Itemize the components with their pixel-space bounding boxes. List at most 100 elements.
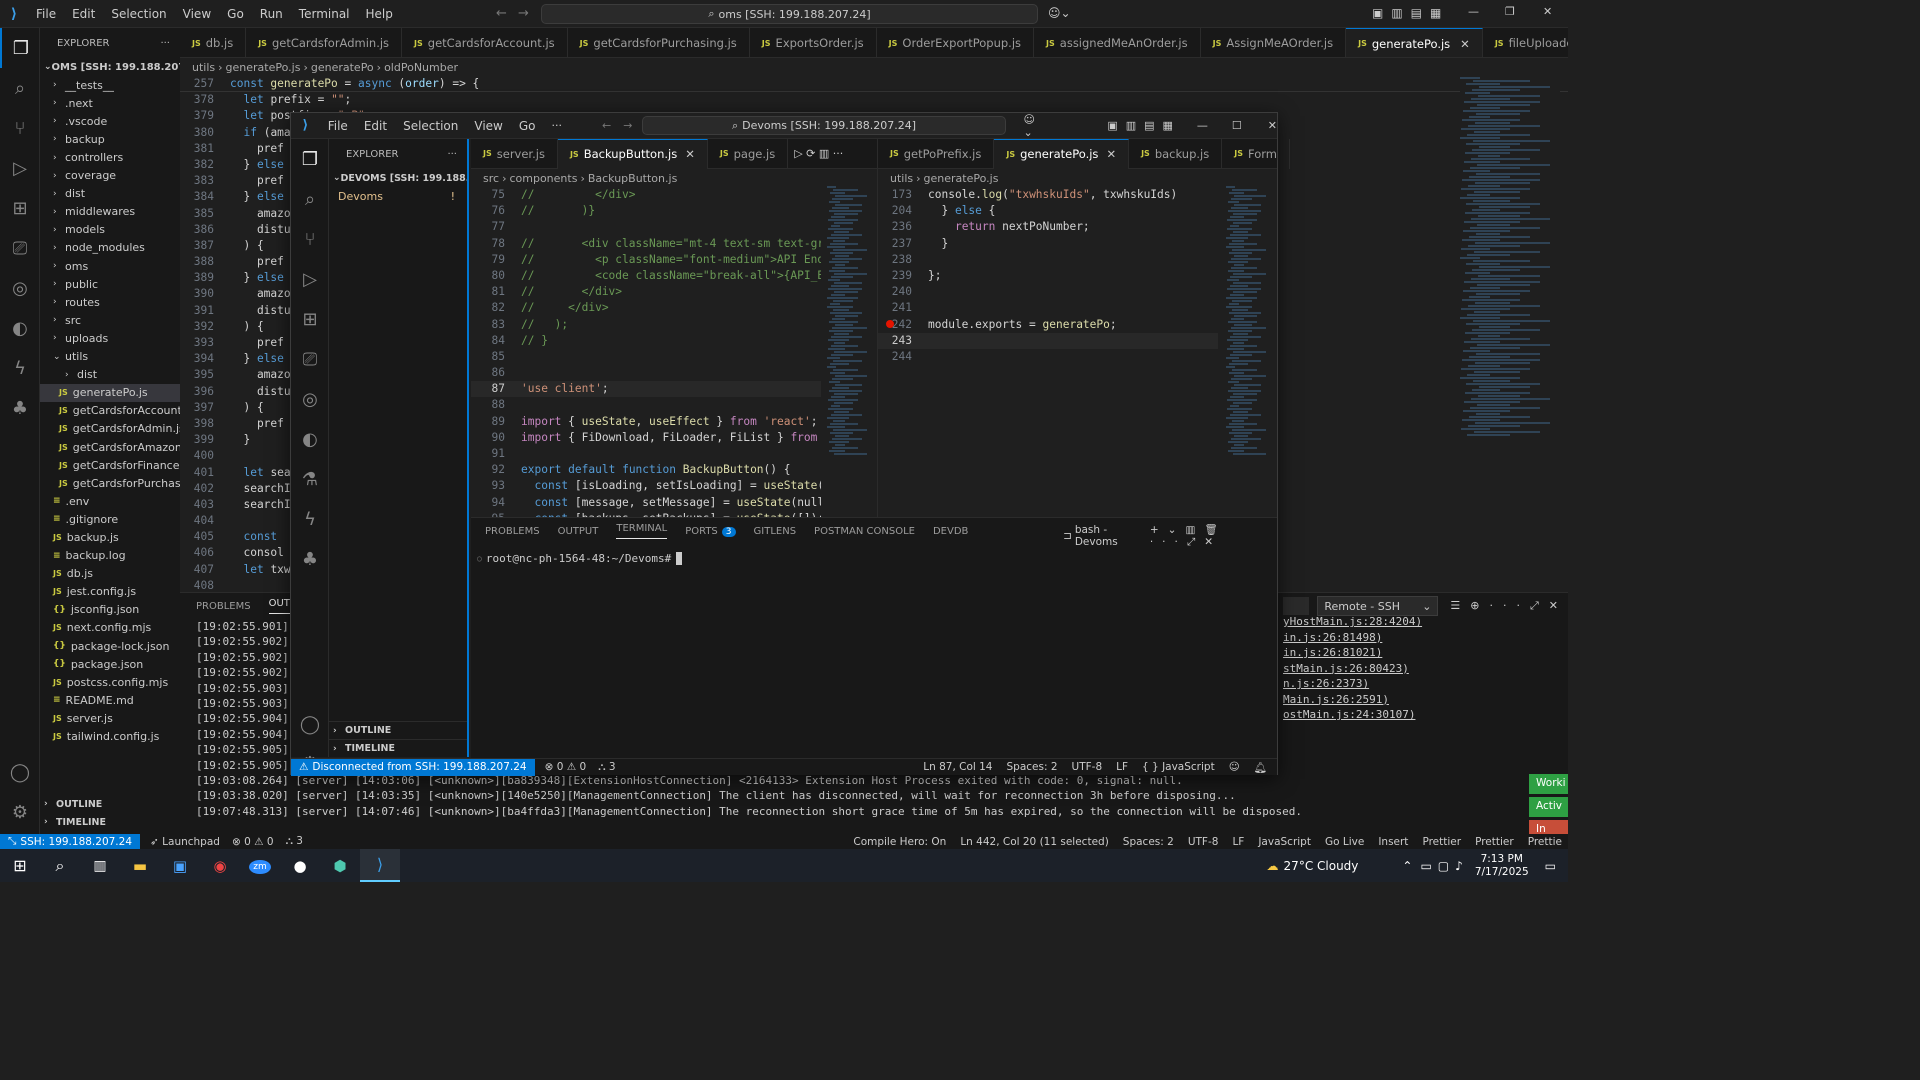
breadcrumb-item[interactable]: generatePo xyxy=(311,61,374,74)
minimize-button[interactable]: — xyxy=(1197,119,1208,132)
front-outline-section[interactable]: › OUTLINE xyxy=(329,721,467,739)
remote-explorer-icon[interactable]: ⎚ xyxy=(291,339,329,379)
tree-item[interactable]: › uploads xyxy=(40,329,180,347)
menu-item-help[interactable]: Help xyxy=(358,7,401,21)
tree-item[interactable]: › node_modules xyxy=(40,239,180,257)
explorer-icon[interactable]: ❐ xyxy=(291,139,329,179)
search-icon[interactable]: ⌕ xyxy=(40,856,80,876)
maximize-button[interactable]: ☐ xyxy=(1232,119,1242,132)
terminal-prompt-line[interactable]: ○ root@nc-ph-1564-48:~/Devoms# xyxy=(471,552,1277,565)
remote-indicator[interactable]: ⤡ SSH: 199.188.207.24 xyxy=(0,834,141,849)
front-root-folder[interactable]: ⌄DEVOMS [SSH: 199.188.20... xyxy=(329,169,467,187)
tab-page-js[interactable]: JS page.js xyxy=(708,138,789,169)
tree-item[interactable]: JS getCardsforAccount.js xyxy=(40,402,180,420)
front-command-center[interactable]: ⌕ Devoms [SSH: 199.188.207.24] xyxy=(642,116,1006,135)
front-cursor-position[interactable]: Ln 87, Col 14 xyxy=(923,761,992,773)
close-tab-icon[interactable]: ✕ xyxy=(685,147,695,161)
menu-item-go[interactable]: Go xyxy=(219,7,252,21)
display-icon[interactable]: ▢ xyxy=(1438,859,1449,873)
tree-item[interactable]: › controllers xyxy=(40,148,180,166)
front-code-right[interactable]: 173 console.log("txwhskuIds", txwhskuIds)… xyxy=(878,187,1218,365)
more-actions-icon[interactable]: ··· xyxy=(447,149,457,160)
output-link[interactable]: ostMain.js:24:30107) xyxy=(1283,707,1422,723)
tab-backup-js[interactable]: JS backup.js xyxy=(1129,138,1223,169)
menu-item-terminal[interactable]: Terminal xyxy=(291,7,358,21)
panel-tab-problems[interactable]: PROBLEMS xyxy=(196,601,251,612)
gitlens-icon[interactable]: ◎ xyxy=(291,379,329,419)
tree-item[interactable]: {} package-lock.json xyxy=(40,637,180,655)
output-link[interactable]: Main.js:26:2591) xyxy=(1283,692,1422,708)
tree-item[interactable]: ≡ .gitignore xyxy=(40,510,180,528)
panel-action-icons[interactable]: ☰⊕···⤢✕ xyxy=(1450,599,1568,613)
front-eol-item[interactable]: LF xyxy=(1116,761,1128,773)
menu-item-file[interactable]: File xyxy=(320,119,356,133)
menu-item-file[interactable]: File xyxy=(28,7,64,21)
remote-explorer-icon[interactable]: ⎚ xyxy=(0,228,40,268)
launchpad-item[interactable]: ➶ Launchpad xyxy=(150,836,220,848)
tab-assignmeaorder-js[interactable]: JS AssignMeAOrder.js xyxy=(1201,28,1347,57)
menu-item-view[interactable]: View xyxy=(466,119,510,133)
gitlens-icon[interactable]: ◎ xyxy=(0,268,40,308)
prettier-item-1[interactable]: Prettier xyxy=(1422,836,1461,848)
tab-fileuploader-[interactable]: JS fileUploader. xyxy=(1483,28,1568,57)
settings-gear-icon[interactable]: ⚙ xyxy=(0,792,40,832)
tree-item[interactable]: › .vscode xyxy=(40,112,180,130)
app-circle-icon[interactable]: ● xyxy=(280,857,320,875)
front-minimap-left[interactable] xyxy=(827,185,871,515)
terminal-selector[interactable]: ⊐ bash - Devoms +⌄▥🗑···⤢✕ xyxy=(1063,523,1277,549)
tab-generatepo-js[interactable]: JS generatePo.js ✕ xyxy=(1346,28,1483,57)
menu-item-view[interactable]: View xyxy=(175,7,219,21)
account-icon[interactable]: ◯ xyxy=(0,752,40,792)
tree-item[interactable]: › routes xyxy=(40,293,180,311)
tree-item[interactable]: JS tailwind.config.js xyxy=(40,727,180,745)
breadcrumb-item[interactable]: BackupButton.js xyxy=(588,172,677,185)
tree-item[interactable]: › coverage xyxy=(40,167,180,185)
output-link[interactable]: in.js:26:81498) xyxy=(1283,630,1422,646)
badge-working[interactable]: Worki xyxy=(1529,774,1568,794)
explorer-icon[interactable]: ❐ xyxy=(0,28,40,68)
tab-exportsorder-js[interactable]: JS ExportsOrder.js xyxy=(750,28,877,57)
breadcrumb-item[interactable]: utils xyxy=(192,61,215,74)
tray-chevron-icon[interactable]: ⌃ xyxy=(1402,859,1412,873)
tree-item[interactable]: JS getCardsforAmazon.js xyxy=(40,438,180,456)
root-folder[interactable]: ⌄OMS [SSH: 199.188.207.24] xyxy=(40,58,180,76)
tab-db-js[interactable]: JS db.js xyxy=(180,28,247,57)
python-icon[interactable]: ♣ xyxy=(0,388,40,428)
more-menu-icon[interactable]: ··· xyxy=(552,119,563,132)
copilot-status-icon[interactable]: ☺ xyxy=(1229,761,1240,773)
language-item[interactable]: JavaScript xyxy=(1258,836,1311,848)
tab-server-js[interactable]: JS server.js xyxy=(471,138,558,169)
search-icon[interactable]: ⌕ xyxy=(0,68,40,108)
output-link[interactable]: stMain.js:26:80423) xyxy=(1283,661,1422,677)
tree-item[interactable]: JS getCardsforAdmin.js xyxy=(40,420,180,438)
tree-item[interactable]: JS getCardsforFinance.js xyxy=(40,456,180,474)
prettier-item-3[interactable]: Prettie xyxy=(1528,836,1562,848)
tree-item[interactable]: › models xyxy=(40,221,180,239)
right-output-links[interactable]: yHostMain.js:28:4204) in.js:26:81498) in.j… xyxy=(1283,614,1422,723)
insert-mode-item[interactable]: Insert xyxy=(1378,836,1408,848)
tree-item[interactable]: JS postcss.config.mjs xyxy=(40,673,180,691)
tab-generatepo-js[interactable]: JS generatePo.js ✕ xyxy=(994,138,1130,169)
encoding-item[interactable]: UTF-8 xyxy=(1188,836,1219,848)
devoms-folder-item[interactable]: Devoms! xyxy=(329,187,467,205)
panel-actions-icons[interactable]: +⌄▥🗑···⤢✕ xyxy=(1150,523,1277,549)
tab-getpoprefix-js[interactable]: JS getPoPrefix.js xyxy=(878,138,995,169)
tab-getcardsforpurchasing-js[interactable]: JS getCardsforPurchasing.js xyxy=(568,28,750,57)
tab-getcardsforaccount-js[interactable]: JS getCardsforAccount.js xyxy=(402,28,568,57)
store-icon[interactable]: ▣ xyxy=(160,857,200,875)
tree-item[interactable]: › public xyxy=(40,275,180,293)
front-indent-item[interactable]: Spaces: 2 xyxy=(1006,761,1057,773)
back-timeline-section[interactable]: › TIMELINE xyxy=(40,813,180,831)
tree-item[interactable]: › dist xyxy=(40,366,180,384)
postman-icon[interactable]: ◐ xyxy=(0,308,40,348)
tree-item[interactable]: {} package.json xyxy=(40,655,180,673)
close-button[interactable]: ✕ xyxy=(1543,5,1552,18)
search-icon[interactable]: ⌕ xyxy=(291,179,329,219)
tree-item[interactable]: ≡ README.md xyxy=(40,691,180,709)
breadcrumb-item[interactable]: components xyxy=(509,172,577,185)
panel-tab-problems[interactable]: PROBLEMS xyxy=(485,526,540,537)
testing-icon[interactable]: ⚗ xyxy=(291,459,329,499)
thunder-icon[interactable]: ϟ xyxy=(0,348,40,388)
layout-icons[interactable]: ▣▥▤▦ xyxy=(1107,119,1181,132)
close-tab-icon[interactable]: ✕ xyxy=(1460,37,1470,51)
